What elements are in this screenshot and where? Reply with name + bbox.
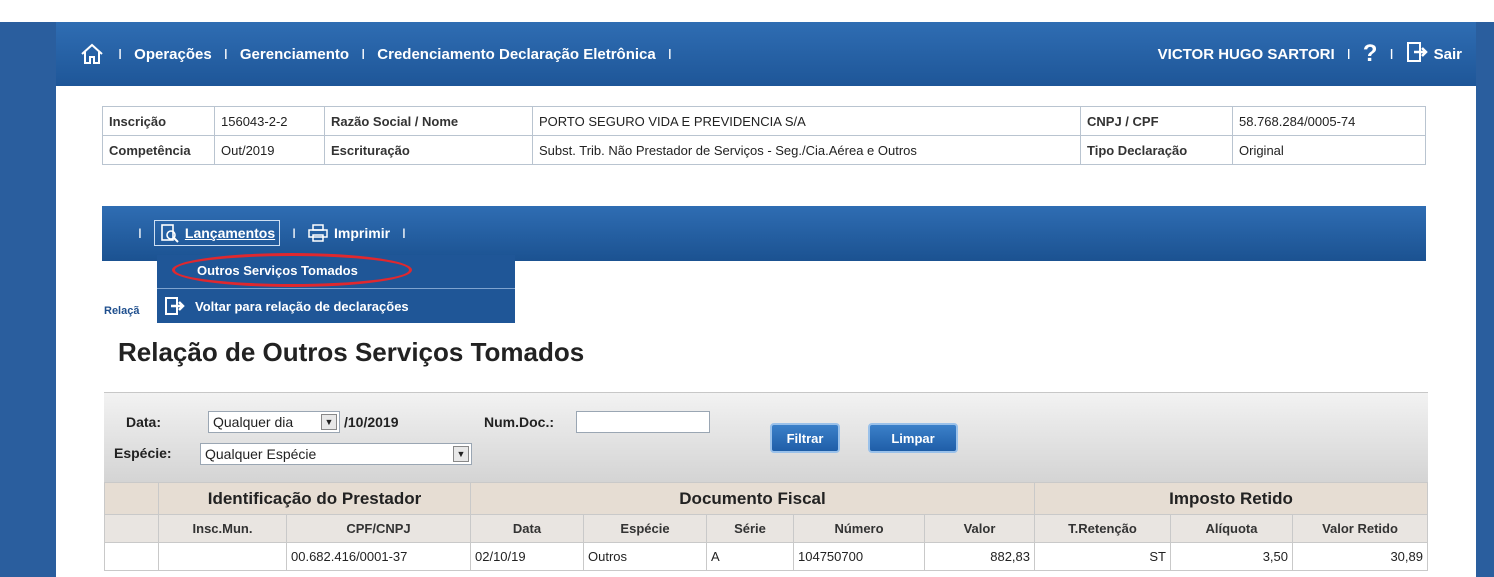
cell-t-retencao: ST xyxy=(1034,542,1171,571)
menu-lancamentos[interactable]: Lançamentos xyxy=(153,220,281,246)
col-serie[interactable]: Série xyxy=(706,514,794,543)
tipo-value: Original xyxy=(1232,135,1426,165)
cell-serie: A xyxy=(706,542,794,571)
right-edge xyxy=(1476,22,1494,577)
header-spacer xyxy=(104,482,159,515)
logout-link[interactable]: Sair xyxy=(1434,46,1462,63)
numdoc-input[interactable] xyxy=(576,411,710,433)
chevron-down-icon: ▼ xyxy=(321,414,337,430)
competencia-value: Out/2019 xyxy=(214,135,325,165)
col-data[interactable]: Data xyxy=(470,514,584,543)
nav-operacoes[interactable]: Operações xyxy=(134,46,212,63)
services-table: Identificação do Prestador Documento Fis… xyxy=(104,482,1428,571)
logout-icon[interactable] xyxy=(1406,41,1428,67)
col-numero[interactable]: Número xyxy=(793,514,925,543)
col-cpf-cnpj[interactable]: CPF/CNPJ xyxy=(286,514,471,543)
menu-bar: I Lançamentos I Imprimir I xyxy=(102,206,1426,261)
cell-especie: Outros xyxy=(583,542,707,571)
data-suffix: /10/2019 xyxy=(344,414,399,430)
razao-value: PORTO SEGURO VIDA E PREVIDENCIA S/A xyxy=(532,106,1081,136)
escrituracao-value: Subst. Trib. Não Prestador de Serviços -… xyxy=(532,135,1081,165)
top-strip xyxy=(0,0,1494,22)
chevron-down-icon: ▼ xyxy=(453,446,469,462)
especie-select-value: Qualquer Espécie xyxy=(205,446,317,462)
filter-panel: Data: Qualquer dia ▼ /10/2019 Num.Doc.: … xyxy=(104,392,1428,482)
inscricao-label: Inscrição xyxy=(102,106,215,136)
nav-credenciamento[interactable]: Credenciamento Declaração Eletrônica xyxy=(377,46,655,63)
cell-data: 02/10/19 xyxy=(470,542,584,571)
search-document-icon xyxy=(161,224,179,243)
data-label: Data: xyxy=(126,414,162,430)
col-valor-retido[interactable]: Valor Retido xyxy=(1292,514,1428,543)
breadcrumb[interactable]: Relaçã xyxy=(104,305,139,317)
help-icon[interactable]: ? xyxy=(1363,40,1378,68)
data-select-value: Qualquer dia xyxy=(213,414,294,430)
home-icon[interactable] xyxy=(80,41,106,67)
especie-label: Espécie: xyxy=(114,445,172,461)
data-select[interactable]: Qualquer dia ▼ xyxy=(208,411,340,433)
menu-option-outros-servicos[interactable]: Outros Serviços Tomados xyxy=(197,263,358,278)
razao-label: Razão Social / Nome xyxy=(324,106,533,136)
group-documento: Documento Fiscal xyxy=(470,482,1035,515)
left-edge xyxy=(0,22,56,577)
cell-cpf-cnpj: 00.682.416/0001-37 xyxy=(286,542,471,571)
cell-valor: 882,83 xyxy=(924,542,1035,571)
cell-insc-mun xyxy=(158,542,287,571)
user-name: VICTOR HUGO SARTORI xyxy=(1157,45,1335,63)
dropdown-divider xyxy=(157,288,515,289)
col-valor[interactable]: Valor xyxy=(924,514,1035,543)
row-spacer xyxy=(104,542,159,571)
exit-icon xyxy=(165,296,185,319)
competencia-label: Competência xyxy=(102,135,215,165)
lancamentos-dropdown: Outros Serviços Tomados Voltar para rela… xyxy=(157,255,515,323)
cnpj-value: 58.768.284/0005-74 xyxy=(1232,106,1426,136)
col-aliquota[interactable]: Alíquota xyxy=(1170,514,1293,543)
group-prestador: Identificação do Prestador xyxy=(158,482,471,515)
menu-option-voltar[interactable]: Voltar para relação de declarações xyxy=(195,299,409,314)
nav-gerenciamento[interactable]: Gerenciamento xyxy=(240,46,349,63)
tipo-label: Tipo Declaração xyxy=(1080,135,1233,165)
group-imposto: Imposto Retido xyxy=(1034,482,1428,515)
cell-aliquota: 3,50 xyxy=(1170,542,1293,571)
limpar-button[interactable]: Limpar xyxy=(868,423,958,453)
header-spacer xyxy=(104,514,159,543)
cnpj-label: CNPJ / CPF xyxy=(1080,106,1233,136)
menu-imprimir[interactable]: Imprimir xyxy=(308,224,390,242)
top-navigation: I Operações I Gerenciamento I Credenciam… xyxy=(56,22,1476,86)
cell-valor-retido: 30,89 xyxy=(1292,542,1428,571)
numdoc-label: Num.Doc.: xyxy=(484,414,554,430)
cell-numero: 104750700 xyxy=(793,542,925,571)
col-especie[interactable]: Espécie xyxy=(583,514,707,543)
col-t-retencao[interactable]: T.Retenção xyxy=(1034,514,1171,543)
table-row[interactable]: 00.682.416/0001-37 02/10/19 Outros A 104… xyxy=(104,542,1428,571)
col-insc-mun[interactable]: Insc.Mun. xyxy=(158,514,287,543)
especie-select[interactable]: Qualquer Espécie ▼ xyxy=(200,443,472,465)
declaration-info-table: Inscrição 156043-2-2 Razão Social / Nome… xyxy=(102,106,1426,165)
printer-icon xyxy=(308,224,328,242)
filtrar-button[interactable]: Filtrar xyxy=(770,423,840,453)
menu-lancamentos-label: Lançamentos xyxy=(184,225,276,241)
escrituracao-label: Escrituração xyxy=(324,135,533,165)
page-title: Relação de Outros Serviços Tomados xyxy=(118,337,585,367)
inscricao-value: 156043-2-2 xyxy=(214,106,325,136)
menu-imprimir-label: Imprimir xyxy=(334,225,391,241)
